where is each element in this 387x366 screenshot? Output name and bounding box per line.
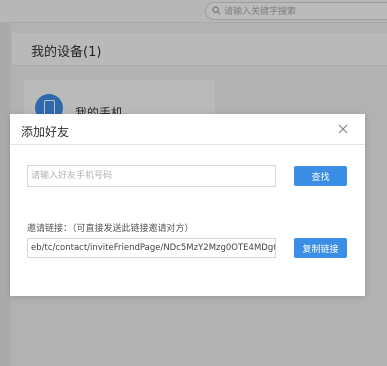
dialog-divider <box>10 144 365 145</box>
copy-link-button[interactable]: 复制链接 <box>294 238 347 258</box>
invite-link-field[interactable]: eb/tc/contact/inviteFriendPage/NDc5MzY2M… <box>27 238 276 258</box>
add-friend-dialog: 添加好友 查找 邀请链接：（可直接发送此链接邀请对方） eb/tc/contac… <box>10 114 365 296</box>
search-button[interactable]: 查找 <box>294 166 347 186</box>
phone-input[interactable] <box>27 165 276 187</box>
dialog-title: 添加好友 <box>21 125 70 139</box>
invite-label: 邀请链接：（可直接发送此链接邀请对方） <box>27 224 194 234</box>
close-icon[interactable] <box>336 122 350 136</box>
